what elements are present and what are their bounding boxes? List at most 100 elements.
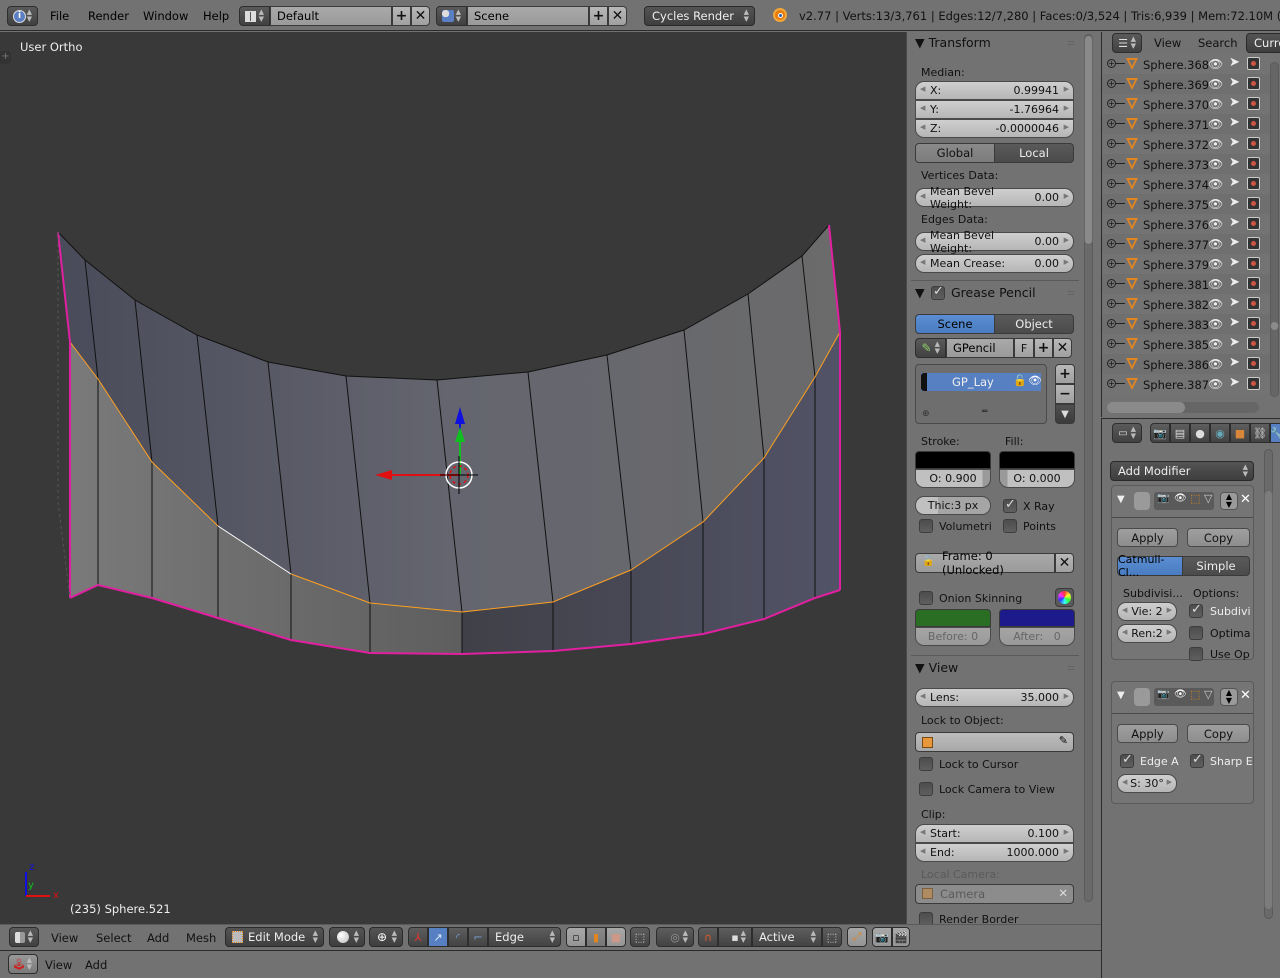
outliner-menu-view[interactable]: View — [1154, 36, 1181, 50]
optimal-display-checkbox[interactable] — [1189, 626, 1203, 640]
median-y-field[interactable]: ◀ Y: -1.76964 ▶ — [915, 100, 1074, 119]
frame-lock-field[interactable]: 🔓 Frame: 0 (Unlocked) — [915, 549, 1055, 577]
menu-add[interactable]: Add — [147, 931, 169, 945]
fill-opacity-slider[interactable]: O: 0.000 — [999, 469, 1075, 488]
view-panel-header[interactable]: ▼ View — [915, 660, 958, 675]
unlock-icon[interactable]: 🔓 — [1013, 374, 1027, 387]
selectability-cursor-icon[interactable]: ➤ — [1229, 295, 1240, 310]
outliner-item[interactable]: + Sphere.371 👁 ➤ — [1102, 114, 1272, 134]
translate-manipulator-button[interactable]: ↗ — [428, 927, 448, 947]
outliner-editor-type-button[interactable]: ☰ ▲ ▼ — [1112, 33, 1142, 53]
menu-mesh[interactable]: Mesh — [186, 931, 216, 945]
snap-toggle-button[interactable]: ∩ — [698, 927, 718, 947]
on-cage-icon[interactable]: ▽ — [1204, 492, 1212, 505]
visibility-eye-icon[interactable]: 👁 — [1208, 257, 1223, 271]
expand-plus-icon[interactable]: + — [1107, 359, 1116, 368]
visibility-eye-icon[interactable]: 👁 — [1208, 357, 1223, 371]
delete-frame-button[interactable]: ✕ — [1055, 553, 1074, 573]
render-layers-tab-icon[interactable]: ▤ — [1170, 423, 1190, 443]
stroke-color-swatch[interactable] — [915, 451, 991, 469]
copy-modifier-button[interactable]: Copy — [1187, 528, 1250, 547]
visibility-eye-icon[interactable]: 👁 — [1208, 297, 1223, 311]
selectability-cursor-icon[interactable]: ➤ — [1229, 55, 1240, 70]
render-tab-camera-icon[interactable]: 📷 — [1150, 423, 1170, 443]
outliner-h-scroll-thumb[interactable] — [1107, 402, 1185, 413]
modifiers-tab-wrench-icon[interactable]: 🔧 — [1270, 423, 1280, 443]
grease-pencil-enable-checkbox[interactable] — [931, 284, 945, 300]
object-tab-icon[interactable]: ■ — [1230, 423, 1250, 443]
world-tab-icon[interactable]: ◉ — [1210, 423, 1230, 443]
outliner-item[interactable]: + Sphere.376 👁 ➤ — [1102, 214, 1272, 234]
expand-plus-icon[interactable]: + — [1107, 59, 1116, 68]
expand-plus-icon[interactable]: + — [1107, 219, 1116, 228]
expand-plus-icon[interactable]: + — [1107, 119, 1116, 128]
snap-align-rotation-button[interactable]: ⬚ — [822, 927, 842, 947]
outliner-display-mode-select[interactable]: Curre — [1246, 33, 1280, 53]
renderability-camera-icon[interactable] — [1247, 297, 1260, 310]
expand-plus-icon[interactable]: + — [1107, 259, 1116, 268]
edge-bevel-weight-field[interactable]: ◀ Mean Bevel Weight: 0.00 ▶ — [915, 229, 1074, 255]
selectability-cursor-icon[interactable]: ➤ — [1229, 375, 1240, 390]
add-modifier-select[interactable]: Add Modifier ▲ ▼ — [1110, 461, 1254, 481]
outliner-item[interactable]: + Sphere.372 👁 ➤ — [1102, 134, 1272, 154]
gp-scene-toggle[interactable]: Scene — [915, 314, 995, 334]
eyedropper-icon[interactable]: ✎ — [1059, 734, 1068, 747]
pivot-point-select[interactable]: ⊕ ▲ ▼ — [369, 927, 403, 947]
move-up-down-icon[interactable]: ▲ ▼ — [1220, 688, 1238, 706]
grease-pencil-panel-header[interactable]: ▼ — [915, 285, 925, 300]
resize-grip-icon[interactable]: ═ — [982, 407, 987, 417]
expand-plus-icon[interactable]: + — [1107, 179, 1116, 188]
renderability-camera-icon[interactable] — [1247, 377, 1260, 390]
properties-scrollbar[interactable] — [1264, 449, 1273, 919]
visibility-eye-icon[interactable]: 👁 — [1208, 377, 1223, 391]
expand-triangle-icon[interactable]: ▼ — [1117, 494, 1125, 505]
renderability-camera-icon[interactable] — [1247, 317, 1260, 330]
renderability-camera-icon[interactable] — [1247, 97, 1260, 110]
visibility-eye-icon[interactable]: 👁 — [1208, 337, 1223, 351]
copy-modifier-button[interactable]: Copy — [1187, 724, 1250, 743]
outliner-item[interactable]: + Sphere.381 👁 ➤ — [1102, 274, 1272, 294]
outliner-h-scrollbar[interactable] — [1107, 402, 1259, 413]
selectability-cursor-icon[interactable]: ➤ — [1229, 175, 1240, 190]
expand-plus-icon[interactable]: + — [1107, 279, 1116, 288]
scene-browse-button[interactable]: ▲ ▼ — [436, 6, 467, 26]
median-z-field[interactable]: ◀ Z: -0.0000046 ▶ — [915, 119, 1074, 138]
timeline-menu-add[interactable]: Add — [85, 958, 107, 972]
outliner-item[interactable]: + Sphere.386 👁 ➤ — [1102, 354, 1272, 374]
visibility-eye-icon[interactable]: 👁 — [1208, 177, 1223, 191]
selectability-cursor-icon[interactable]: ➤ — [1229, 255, 1240, 270]
after-color-swatch[interactable] — [999, 609, 1075, 627]
selectability-cursor-icon[interactable]: ➤ — [1229, 335, 1240, 350]
render-levels-field[interactable]: ◀ Ren:2 ▶ — [1117, 624, 1177, 643]
apply-modifier-button[interactable]: Apply — [1117, 724, 1178, 743]
renderability-camera-icon[interactable] — [1247, 257, 1260, 270]
expand-plus-icon[interactable]: + — [1107, 139, 1116, 148]
renderability-camera-icon[interactable] — [1247, 77, 1260, 90]
viewport-visibility-eye-icon[interactable]: 👁 — [1174, 493, 1187, 504]
after-frames-field[interactable]: After: 0 — [999, 627, 1075, 646]
lock-camera-checkbox[interactable] — [919, 782, 933, 796]
outliner-item[interactable]: + Sphere.369 👁 ➤ — [1102, 74, 1272, 94]
face-select-mode-button[interactable]: ■ — [606, 927, 626, 947]
selectability-cursor-icon[interactable]: ➤ — [1229, 95, 1240, 110]
menu-help[interactable]: Help — [203, 9, 229, 23]
3d-viewport[interactable]: User Ortho + z y x (235) Sphere.521 — [0, 32, 906, 924]
eye-icon[interactable]: 👁 — [1028, 374, 1042, 387]
outliner-item[interactable]: + Sphere.383 👁 ➤ — [1102, 314, 1272, 334]
transform-panel-header[interactable]: ▼ Transform — [915, 35, 991, 50]
layout-browse-button[interactable]: ▲ ▼ — [239, 6, 270, 26]
gpencil-browse-button[interactable]: ✎ ▲ ▼ — [915, 338, 946, 358]
selectability-cursor-icon[interactable]: ➤ — [1229, 235, 1240, 250]
layer-toggle-button[interactable]: ⤢ — [847, 927, 867, 947]
add-layer-button[interactable]: + — [1055, 364, 1075, 384]
menu-window[interactable]: Window — [143, 9, 188, 23]
outliner-item[interactable]: + Sphere.374 👁 ➤ — [1102, 174, 1272, 194]
visibility-eye-icon[interactable]: 👁 — [1208, 317, 1223, 331]
visibility-eye-icon[interactable]: 👁 — [1208, 217, 1223, 231]
before-color-swatch[interactable] — [915, 609, 991, 627]
menu-select[interactable]: Select — [96, 931, 131, 945]
outliner-item[interactable]: + Sphere.377 👁 ➤ — [1102, 234, 1272, 254]
move-up-down-icon[interactable]: ▲ ▼ — [1220, 492, 1238, 510]
expand-triangle-icon[interactable]: ▼ — [1117, 690, 1125, 701]
limit-selection-visible-button[interactable]: ⬚ — [630, 927, 650, 947]
